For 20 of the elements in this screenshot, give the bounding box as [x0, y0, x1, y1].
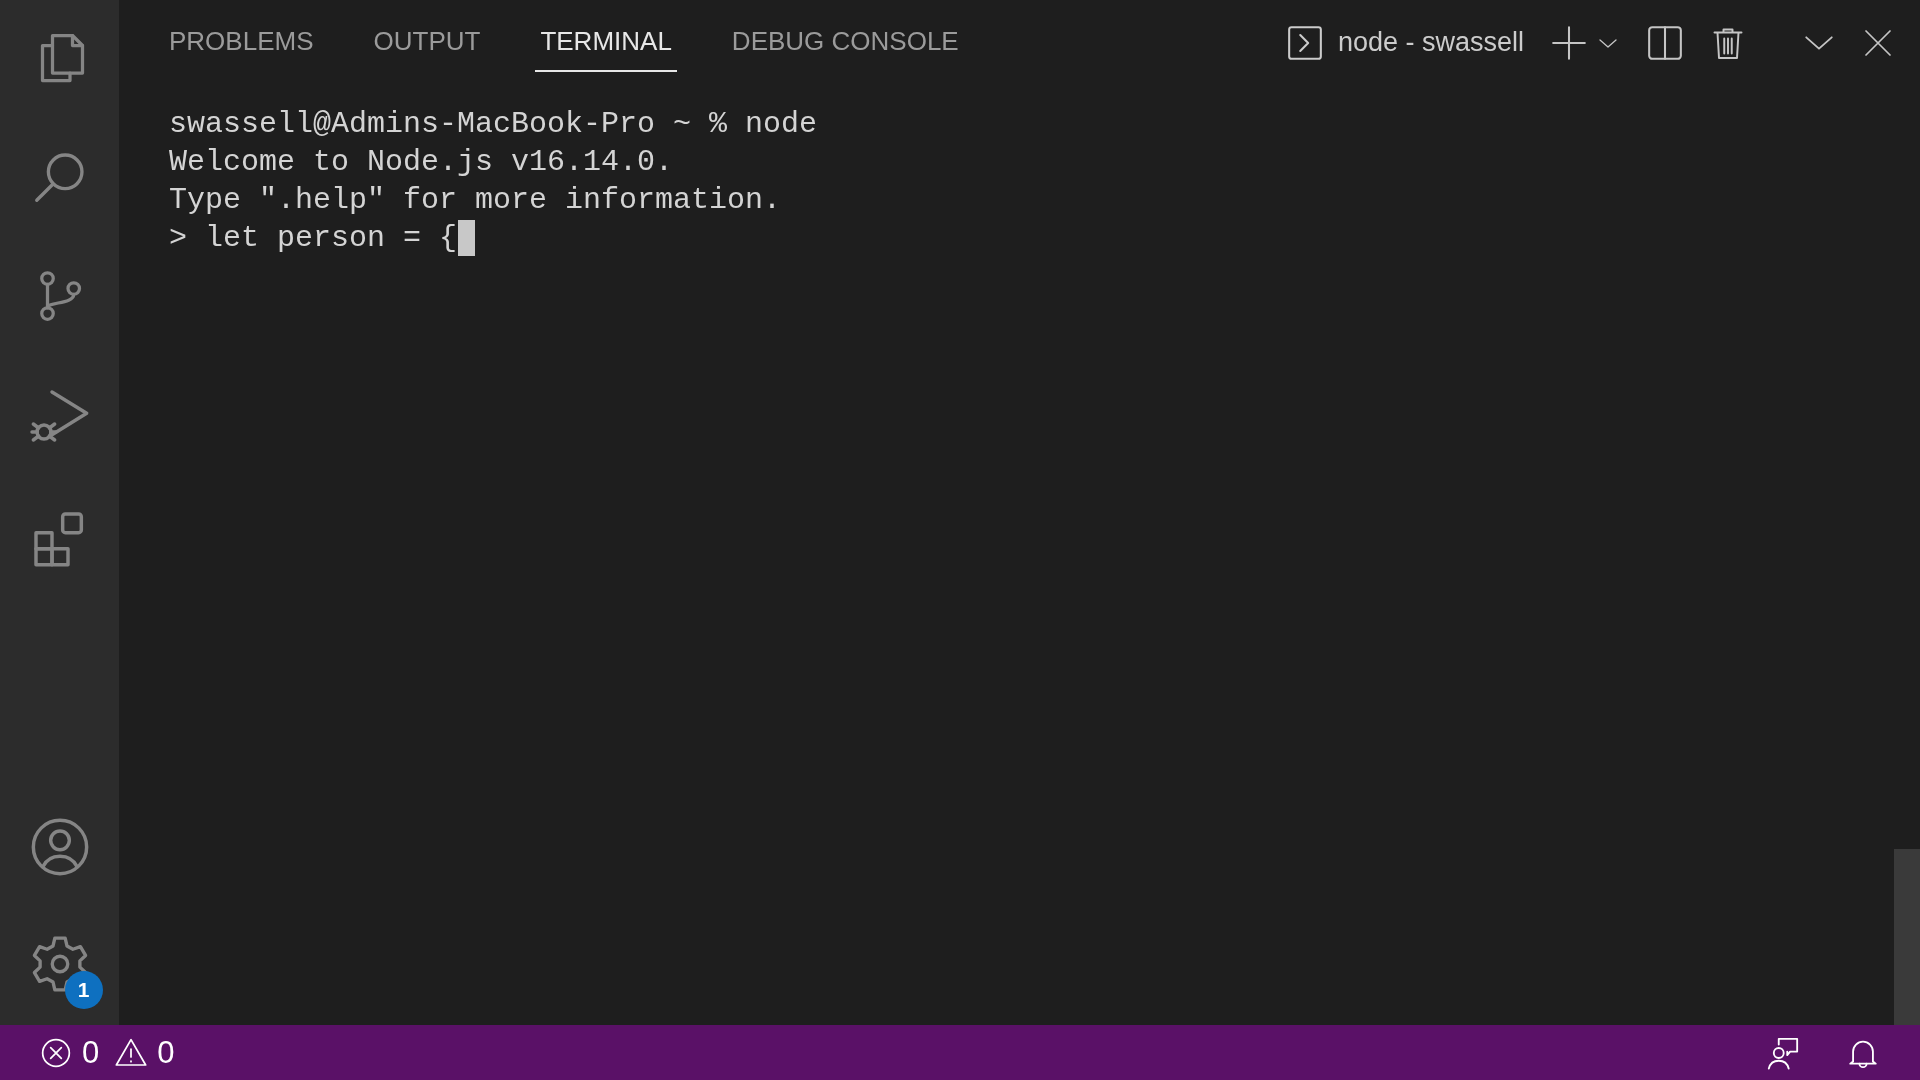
terminal-selector[interactable]: node - swassell [1285, 23, 1524, 62]
terminal-line: Welcome to Node.js v16.14.0. [169, 144, 674, 181]
split-icon[interactable] [1646, 23, 1684, 62]
panel-tab[interactable]: OUTPUT [368, 24, 486, 72]
plus-icon[interactable] [1550, 23, 1588, 62]
error-count[interactable]: 0 [82, 1034, 100, 1071]
terminal-line: > let person = { [169, 220, 458, 257]
warning-count[interactable]: 0 [157, 1034, 175, 1071]
scrollbar-thumb[interactable] [1894, 849, 1920, 1025]
panel-tab[interactable]: PROBLEMS [164, 24, 319, 72]
terminal-cursor [458, 220, 476, 256]
notification-badge: 1 [64, 971, 103, 1009]
terminal-line: Type ".help" for more information. [169, 182, 782, 219]
terminal-icon[interactable] [1285, 23, 1324, 62]
panel-tab[interactable]: DEBUG CONSOLE [726, 24, 964, 72]
error-icon[interactable] [40, 1036, 72, 1069]
feedback-icon[interactable] [1766, 1035, 1800, 1070]
panel-tab[interactable]: TERMINAL [535, 24, 677, 72]
warning-icon[interactable] [115, 1036, 148, 1069]
terminal-line: swassell@Admins-MacBook-Pro ~ % node [169, 106, 818, 143]
